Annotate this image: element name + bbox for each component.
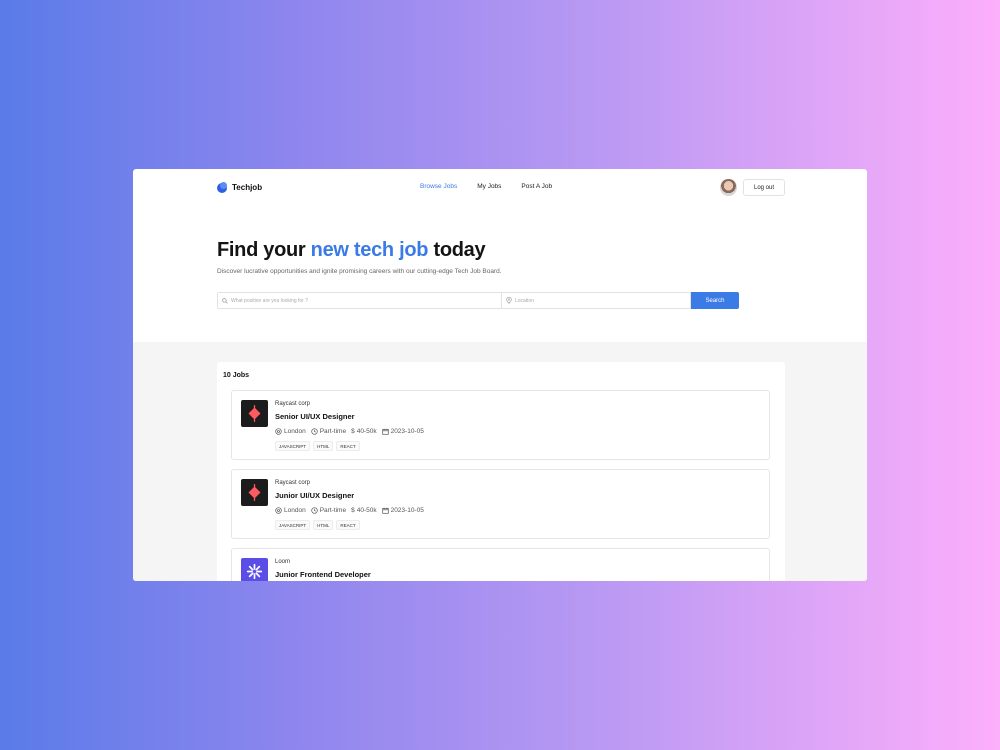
tag-list: JAVASCRIPT HTML REACT [275,441,360,451]
job-card[interactable]: Raycast corp Junior UI/UX Designer Londo… [231,469,770,539]
raycast-logo-icon [241,479,268,506]
tag-list: JAVASCRIPT HTML REACT [275,520,360,530]
position-placeholder: What position are you looking for ? [231,297,308,304]
job-type: Part-time [319,428,347,435]
location-pin-icon [275,507,282,514]
job-title[interactable]: Junior Frontend Developer [275,570,371,579]
search-icon [222,297,228,304]
location-search-input[interactable]: Location [501,292,691,309]
location-placeholder: Location [515,297,534,304]
clock-icon [311,507,318,514]
tag[interactable]: REACT [336,441,360,451]
location-pin-icon [275,428,282,435]
page-title: Find your new tech job today [217,239,486,262]
company-name: Raycast corp [275,401,311,407]
app-window: Techjob Browse Jobs My Jobs Post A Job L… [133,169,867,581]
job-title[interactable]: Junior UI/UX Designer [275,491,354,500]
top-nav: Techjob Browse Jobs My Jobs Post A Job L… [133,169,867,207]
raycast-logo-icon [241,400,268,427]
job-card[interactable]: Loom Junior Frontend Developer [231,548,770,581]
job-meta: London Part-time $40-50k 2023-10-05 [275,428,426,435]
nav-link-post-a-job[interactable]: Post A Job [521,183,552,190]
dollar-icon: $ [351,507,355,514]
jobs-count: 10 Jobs [223,372,250,379]
nav-link-browse-jobs[interactable]: Browse Jobs [420,183,457,190]
location-pin-icon [506,297,512,304]
tag[interactable]: HTML [313,520,334,530]
job-title[interactable]: Senior UI/UX Designer [275,412,355,421]
position-search-input[interactable]: What position are you looking for ? [217,292,501,309]
job-location: London [284,507,306,514]
company-name: Raycast corp [275,480,311,486]
calendar-icon [381,507,389,514]
brand-logo[interactable]: Techjob [217,182,262,193]
brand-name: Techjob [232,183,263,192]
job-date: 2023-10-05 [390,507,424,514]
dollar-icon: $ [351,428,355,435]
title-prefix: Find your [217,239,311,261]
job-location: London [284,428,306,435]
page-subtitle: Discover lucrative opportunities and ign… [217,268,502,275]
user-avatar[interactable] [720,179,737,196]
job-date: 2023-10-05 [390,428,424,435]
tag[interactable]: JAVASCRIPT [275,441,311,451]
loom-logo-icon [241,558,268,581]
company-name: Loom [275,559,291,565]
job-salary: 40-50k [356,428,377,435]
techjob-logo-icon [217,182,228,193]
tag[interactable]: JAVASCRIPT [275,520,311,530]
results-section: 10 Jobs Raycast corp Senior UI/UX Design… [133,342,867,581]
title-accent: new tech job [310,239,429,261]
job-type: Part-time [319,507,347,514]
search-bar: What position are you looking for ? Loca… [217,292,739,309]
title-suffix: today [428,239,486,261]
results-panel: 10 Jobs Raycast corp Senior UI/UX Design… [217,362,785,581]
nav-links: Browse Jobs My Jobs Post A Job [420,183,552,190]
clock-icon [311,428,318,435]
tag[interactable]: REACT [336,520,360,530]
logout-button[interactable]: Log out [743,179,785,196]
calendar-icon [381,428,389,435]
nav-link-my-jobs[interactable]: My Jobs [477,183,501,190]
job-salary: 40-50k [356,507,377,514]
search-button[interactable]: Search [691,292,739,309]
job-meta: London Part-time $40-50k 2023-10-05 [275,507,426,514]
tag[interactable]: HTML [313,441,334,451]
job-card[interactable]: Raycast corp Senior UI/UX Designer Londo… [231,390,770,460]
